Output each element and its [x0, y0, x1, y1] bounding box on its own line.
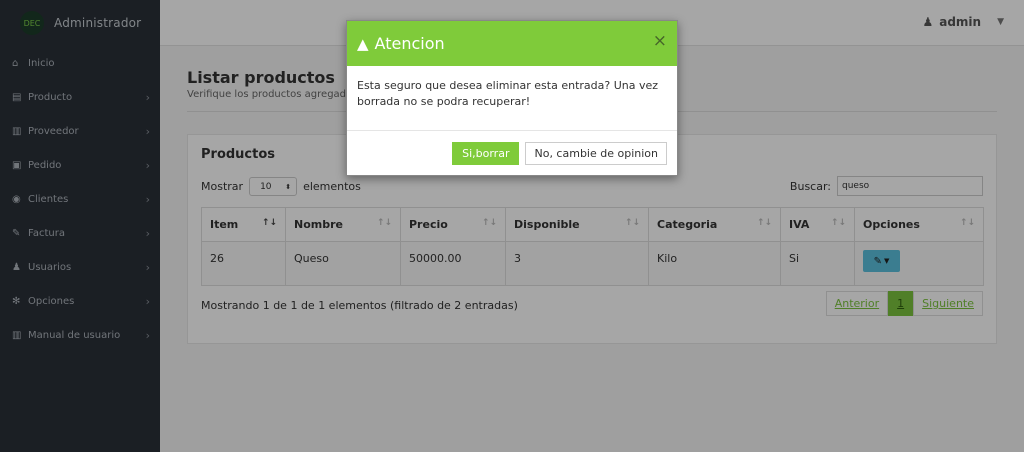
dialog-footer: Si,borrar No, cambie de opinion — [452, 142, 667, 165]
dialog-header: ▲ Atencion × — [347, 21, 677, 66]
warning-icon: ▲ — [357, 34, 369, 53]
close-icon[interactable]: × — [653, 31, 667, 51]
dialog-title: Atencion — [374, 34, 445, 53]
dialog-message: Esta seguro que desea eliminar esta entr… — [347, 66, 677, 131]
confirm-delete-dialog: ▲ Atencion × Esta seguro que desea elimi… — [346, 20, 678, 176]
cancel-button[interactable]: No, cambie de opinion — [525, 142, 667, 165]
confirm-delete-button[interactable]: Si,borrar — [452, 142, 520, 165]
